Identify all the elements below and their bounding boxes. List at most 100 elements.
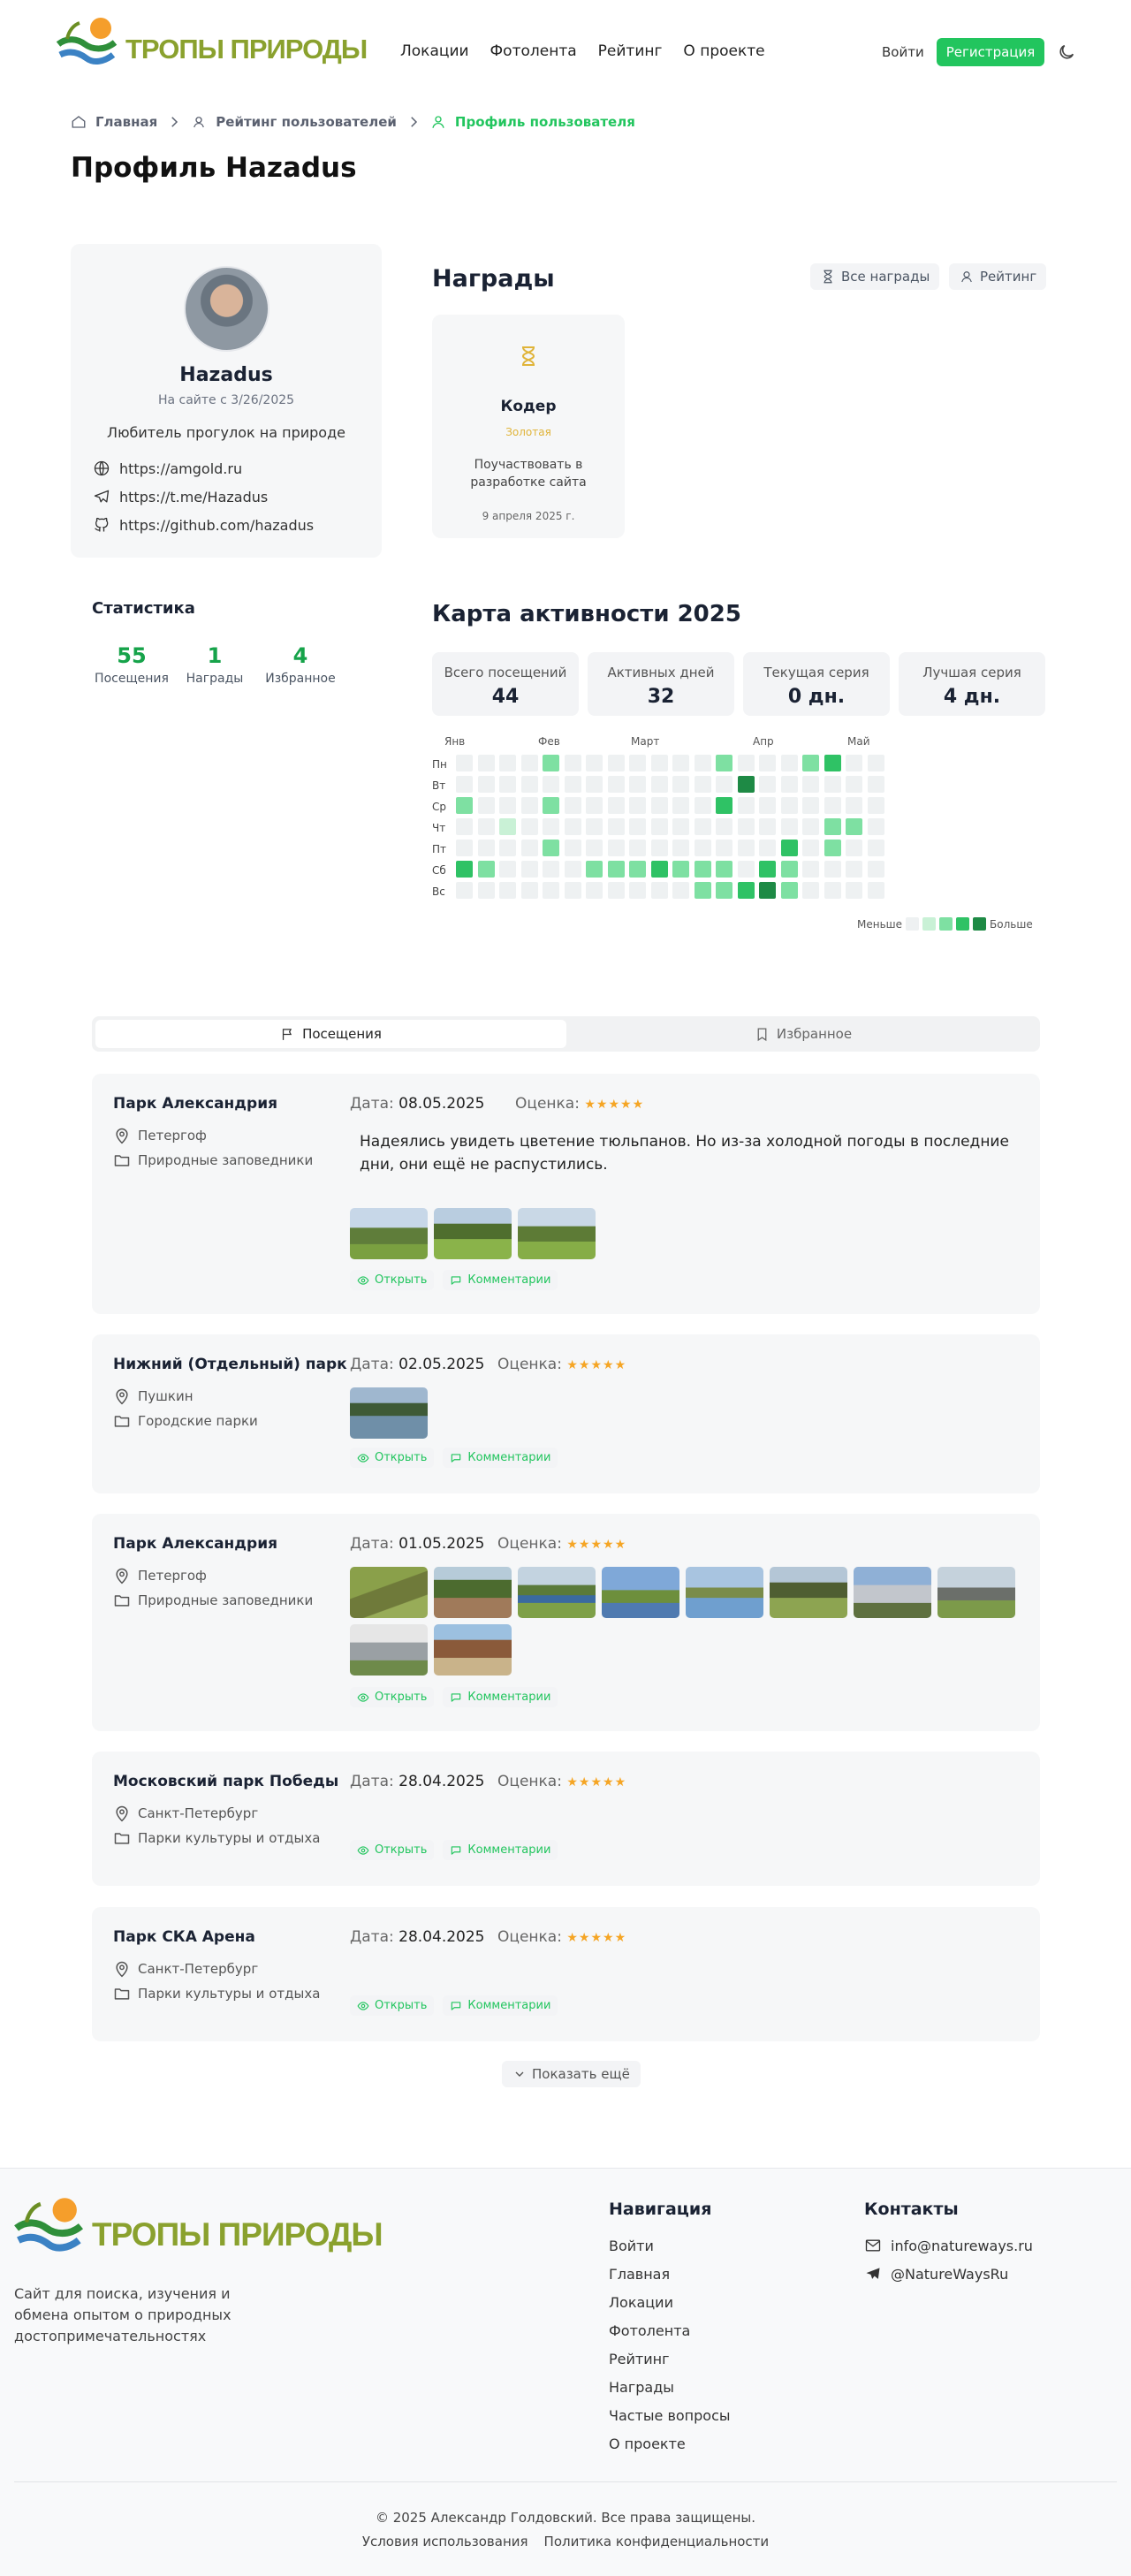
footer-link[interactable]: Рейтинг [609, 2344, 731, 2373]
comments-button[interactable]: Комментарии [443, 1687, 558, 1707]
award-date: 9 апреля 2025 г. [482, 510, 575, 522]
folder-icon [113, 1592, 131, 1609]
privacy-link[interactable]: Политика конфиденциальности [544, 2534, 770, 2549]
comments-button[interactable]: Комментарии [443, 1448, 558, 1468]
site-logo[interactable]: ТРОПЫ ПРИРОДЫ [55, 14, 368, 69]
show-more-button[interactable]: Показать ещё [502, 2061, 641, 2087]
heatmap-cell [716, 797, 732, 814]
footer-link[interactable]: Главная [609, 2260, 731, 2288]
heatmap-cell [759, 755, 776, 771]
open-button[interactable]: Открыть [350, 1687, 435, 1707]
comments-button[interactable]: Комментарии [443, 1270, 558, 1290]
nav-photofeed[interactable]: Фотолента [490, 42, 577, 60]
nav-rating[interactable]: Рейтинг [598, 42, 663, 60]
footer-link[interactable]: Фотолента [609, 2316, 731, 2344]
moon-icon[interactable] [1057, 42, 1076, 62]
visit-photo[interactable] [434, 1567, 512, 1618]
visit-actions: Открыть Комментарии [350, 1448, 558, 1468]
visit-photo[interactable] [350, 1208, 428, 1259]
nav-locations[interactable]: Локации [400, 42, 469, 60]
visit-date: Дата: 28.04.2025 [350, 1928, 485, 1946]
comment-icon [450, 1844, 462, 1857]
nav-about[interactable]: О проекте [683, 42, 764, 60]
comment-icon [450, 2000, 462, 2012]
visit-photo[interactable] [518, 1567, 596, 1618]
footer-contacts: Контакты info@natureways.ru @NatureWaysR… [864, 2200, 1033, 2288]
heatmap-cell [543, 882, 559, 899]
tab-favorites[interactable]: Избранное [570, 1020, 1036, 1048]
visit-photo[interactable] [770, 1567, 847, 1618]
heatmap-cell [477, 818, 495, 835]
visit-location-name[interactable]: Парк СКА Арена [113, 1928, 255, 1946]
login-link[interactable]: Войти [882, 44, 924, 60]
heatmap-cell [780, 755, 798, 771]
visit-location-name[interactable]: Парк Александрия [113, 1535, 277, 1553]
eye-icon [357, 1274, 369, 1287]
open-button[interactable]: Открыть [350, 1270, 435, 1290]
email-link[interactable]: info@natureways.ru [864, 2231, 1033, 2260]
heatmap-cell [520, 861, 538, 878]
footer-link[interactable]: Войти [609, 2231, 731, 2260]
all-awards-button[interactable]: Все награды [810, 263, 940, 290]
heatmap-cell [650, 818, 668, 835]
visit-location-name[interactable]: Парк Александрия [113, 1095, 277, 1113]
visit-photo[interactable] [518, 1208, 596, 1259]
rating-button[interactable]: Рейтинг [949, 263, 1047, 290]
visit-photo[interactable] [434, 1624, 512, 1676]
award-description: Поучаствовать в разработке сайта [470, 458, 587, 490]
heatmap-cell [564, 818, 581, 835]
open-button[interactable]: Открыть [350, 1995, 435, 2016]
footer-link[interactable]: Локации [609, 2288, 731, 2316]
heatmap-cell [629, 797, 646, 814]
footer-link[interactable]: Частые вопросы [609, 2401, 731, 2429]
heatmap-cell [867, 840, 884, 856]
footer-link[interactable]: О проекте [609, 2429, 731, 2458]
star-rating: ★★★★★ [566, 1358, 627, 1372]
heatmap-cell [650, 776, 668, 793]
profile-bio: Любитель прогулок на природе [107, 424, 345, 441]
heatmap-cell [737, 861, 755, 878]
month-label: Май [847, 735, 870, 748]
visit-photo[interactable] [854, 1567, 931, 1618]
heatmap-cell [586, 882, 603, 899]
visit-photo[interactable] [937, 1567, 1015, 1618]
telegram-link[interactable]: @NatureWaysRu [864, 2260, 1033, 2288]
heatmap-cell [846, 797, 862, 814]
legend-swatch [939, 917, 953, 931]
visit-photo[interactable] [602, 1567, 679, 1618]
open-button[interactable]: Открыть [350, 1840, 435, 1860]
tab-visits[interactable]: Посещения [95, 1020, 566, 1048]
profile-username: Hazadus [179, 364, 273, 386]
visit-photo[interactable] [350, 1624, 428, 1676]
heatmap-cell [824, 882, 841, 899]
terms-link[interactable]: Условия использования [362, 2534, 528, 2549]
heatmap-cell [867, 861, 884, 878]
visit-photo[interactable] [686, 1567, 763, 1618]
breadcrumb-home[interactable]: Главная [95, 114, 157, 130]
comments-button[interactable]: Комментарии [443, 1840, 558, 1860]
footer-divider [14, 2481, 1117, 2482]
visit-location-name[interactable]: Нижний (Отдельный) парк [113, 1356, 347, 1373]
visit-photo[interactable] [434, 1208, 512, 1259]
footer-logo[interactable]: ТРОПЫ ПРИРОДЫ [12, 2193, 383, 2257]
heatmap-cell [499, 840, 516, 856]
breadcrumb-rating[interactable]: Рейтинг пользователей [216, 114, 397, 130]
heatmap-cell [650, 755, 668, 771]
register-button[interactable]: Регистрация [936, 38, 1045, 66]
open-button[interactable]: Открыть [350, 1448, 435, 1468]
award-card[interactable]: Кодер Золотая Поучаствовать в разработке… [432, 315, 625, 538]
comments-button[interactable]: Комментарии [443, 1995, 558, 2016]
visit-photo[interactable] [350, 1387, 428, 1439]
website-link[interactable]: https://amgold.ru [119, 460, 242, 477]
visit-location-name[interactable]: Московский парк Победы [113, 1773, 338, 1790]
heatmap-cell [867, 755, 884, 771]
github-icon [95, 517, 109, 532]
github-link[interactable]: https://github.com/hazadus [119, 517, 314, 534]
footer-link[interactable]: Награды [609, 2373, 731, 2401]
visit-city: Пушкин [113, 1387, 194, 1405]
visit-photo[interactable] [350, 1567, 428, 1618]
telegram-link[interactable]: https://t.me/Hazadus [119, 489, 268, 505]
mail-icon [865, 2239, 881, 2252]
heatmap-cell [694, 818, 711, 835]
visit-photos [350, 1567, 1021, 1676]
